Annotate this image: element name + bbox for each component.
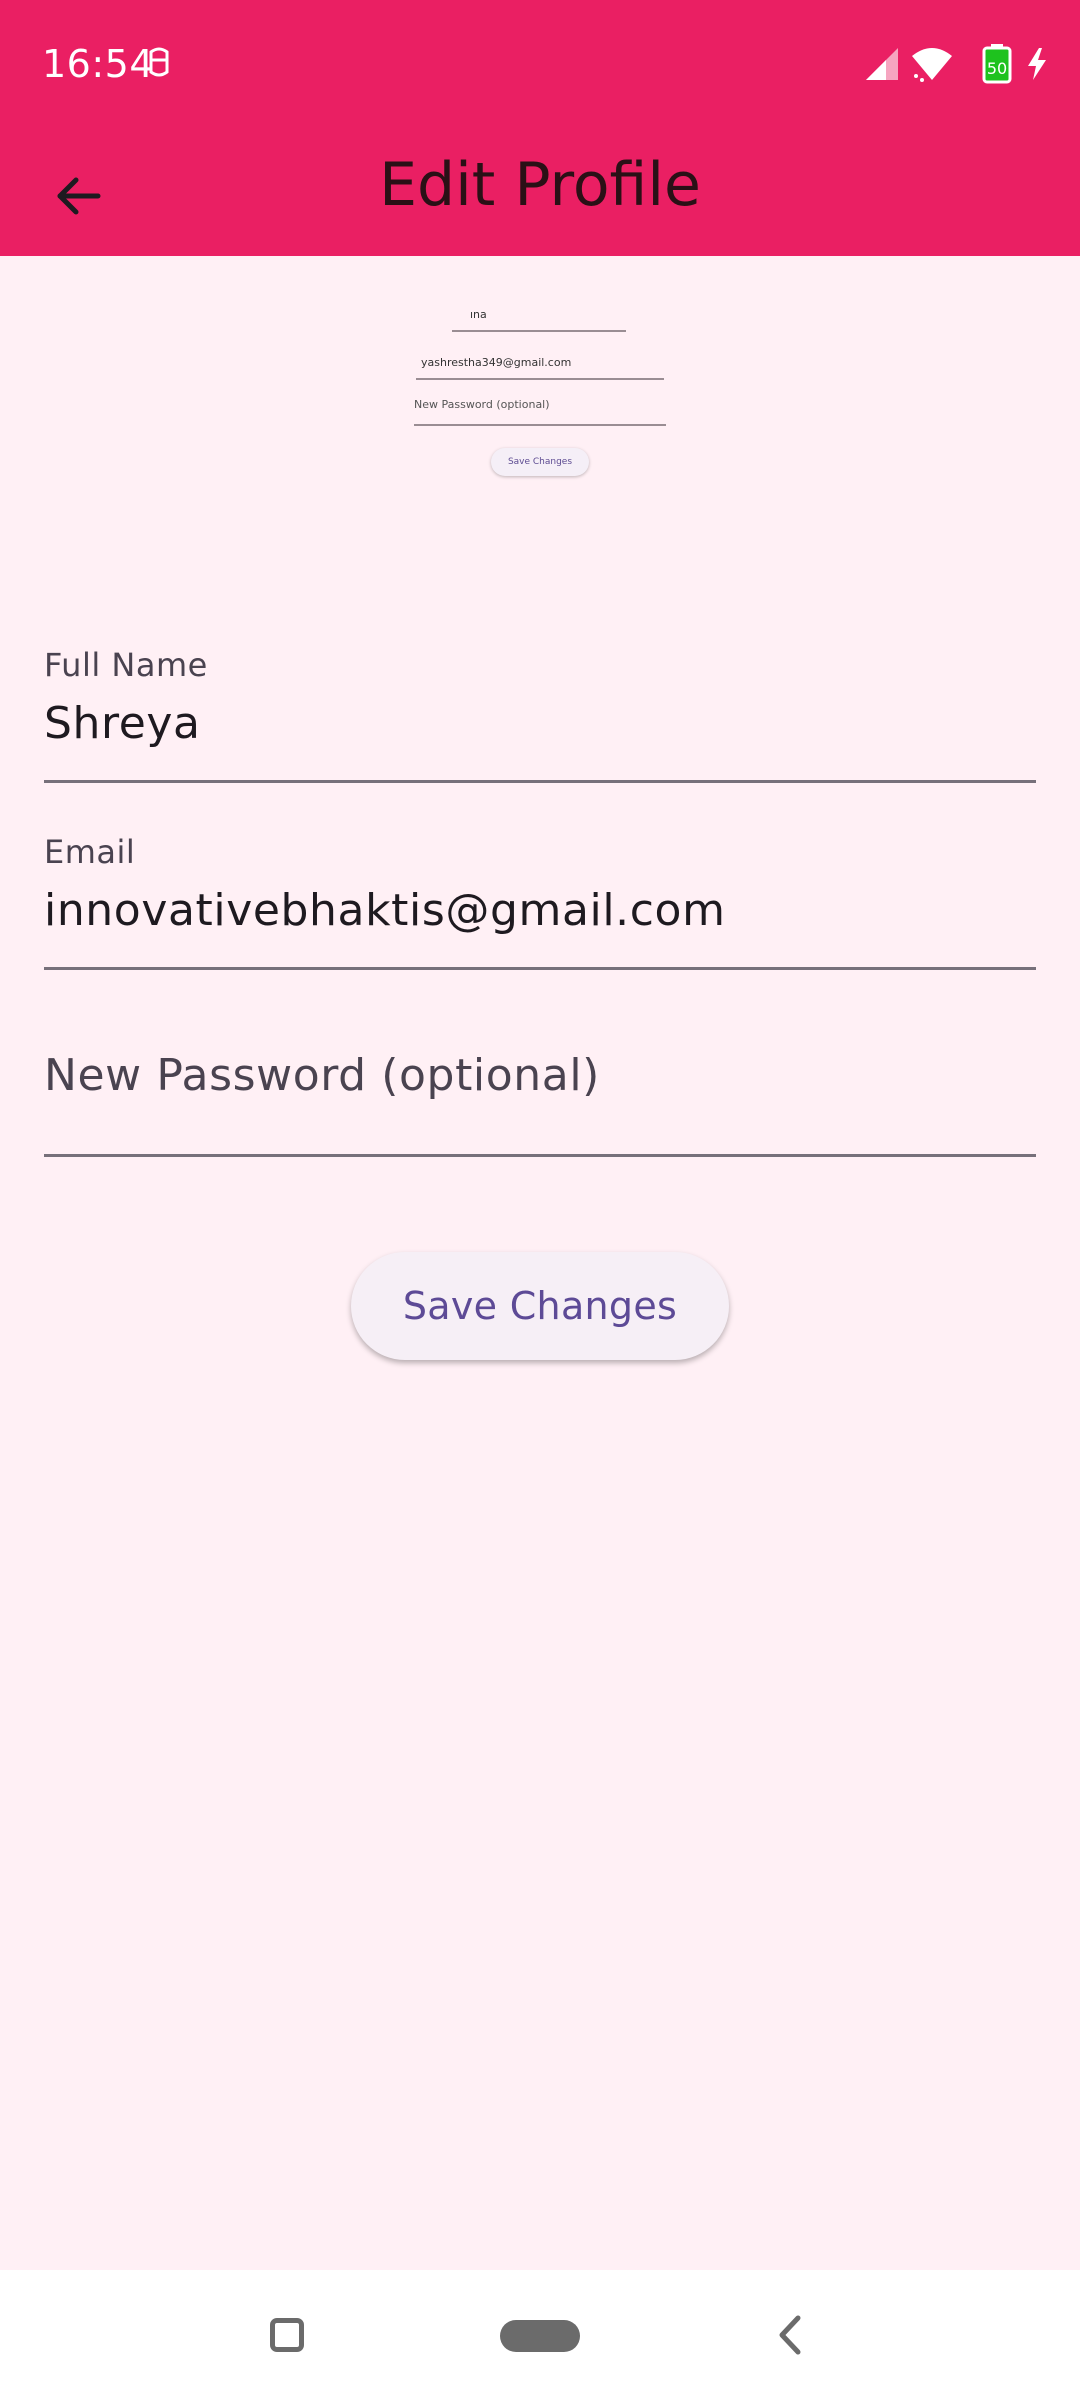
email-field[interactable]: Email innovativebhaktis@gmail.com [44,833,1036,971]
profile-preview-thumbnail: ına yashrestha349@gmail.com New Password… [400,296,680,486]
system-nav-bar [0,2270,1080,2400]
email-label: Email [44,833,136,871]
preview-email-underline [416,378,664,380]
charging-icon [1028,48,1046,80]
full-name-underline [44,780,1036,783]
preview-password-underline [414,424,666,426]
back-chevron-icon[interactable] [776,2314,806,2356]
new-password-field[interactable]: New Password (optional) [44,1050,1036,1158]
save-changes-button[interactable]: Save Changes [351,1252,729,1360]
new-password-input[interactable]: New Password (optional) [44,1050,1036,1101]
preview-name-value: ına [470,308,487,321]
page-title: Edit Profile [379,150,701,220]
status-time: 16:54 [42,42,155,86]
notification-icon [149,47,169,77]
full-name-label: Full Name [44,646,208,684]
preview-password-placeholder: New Password (optional) [414,398,550,411]
wifi-icon [912,48,952,82]
email-underline [44,967,1036,970]
preview-email-value: yashrestha349@gmail.com [421,356,572,369]
home-pill-icon[interactable] [500,2320,580,2352]
preview-save-button: Save Changes [491,448,589,476]
signal-icon [866,48,898,80]
preview-name-underline [452,330,626,332]
full-name-input[interactable]: Shreya [44,698,1036,749]
email-input[interactable]: innovativebhaktis@gmail.com [44,885,1036,936]
status-bar: 16:54 50 [0,0,1080,128]
app-bar: Edit Profile [0,128,1080,256]
battery-level: 50 [987,59,1007,78]
full-name-field[interactable]: Full Name Shreya [44,646,1036,784]
recents-icon[interactable] [270,2318,304,2352]
battery-icon: 50 [982,44,1012,84]
new-password-underline [44,1154,1036,1157]
